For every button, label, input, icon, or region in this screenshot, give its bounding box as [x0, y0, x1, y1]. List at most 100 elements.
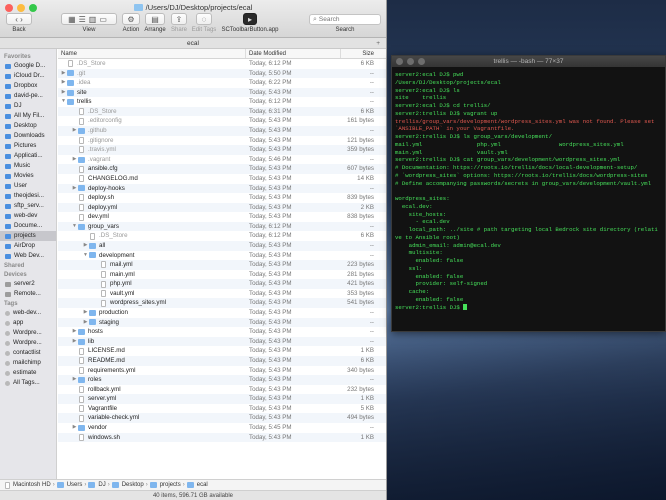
action-button[interactable]: ⚙	[122, 13, 140, 25]
column-name[interactable]: Name	[58, 49, 246, 58]
view-control[interactable]: ▦☰▥▭ View	[60, 13, 118, 33]
sidebar-item[interactable]: Downloads	[0, 131, 56, 141]
table-row[interactable]: README.md Today, 5:43 PM 6 KB	[58, 355, 386, 366]
table-row[interactable]: ▶ hosts Today, 5:43 PM --	[58, 327, 386, 337]
disclosure-closed-icon[interactable]: ▶	[60, 88, 67, 98]
disclosure-open-icon[interactable]: ▼	[82, 251, 89, 261]
table-row[interactable]: variable-check.yml Today, 5:43 PM 494 byte…	[58, 413, 386, 423]
sidebar-item[interactable]: Wordpre...	[0, 338, 56, 348]
table-row[interactable]: CHANGELOG.md Today, 5:43 PM 14 KB	[58, 174, 386, 184]
sidebar-item[interactable]: server2	[0, 279, 56, 289]
table-row[interactable]: main.yml Today, 5:43 PM 281 bytes	[58, 270, 386, 280]
sidebar-item[interactable]: Docume...	[0, 221, 56, 231]
sidebar-item[interactable]: projects	[0, 231, 56, 241]
table-row[interactable]: ▶ .git Today, 5:50 PM --	[58, 68, 386, 79]
sidebar-item[interactable]: Remote...	[0, 289, 56, 299]
terminal-minimize-button[interactable]	[407, 58, 414, 65]
sidebar-item[interactable]: mailchimp	[0, 358, 56, 368]
table-row[interactable]: ▶ .idea Today, 6:22 PM --	[58, 78, 386, 88]
sidebar-item[interactable]: Music	[0, 161, 56, 171]
table-row[interactable]: server.yml Today, 5:43 PM 1 KB	[58, 394, 386, 404]
sidebar-item[interactable]: Wordpre...	[0, 328, 56, 338]
search-box[interactable]: ⌕	[309, 14, 381, 25]
disclosure-closed-icon[interactable]: ▶	[71, 155, 78, 165]
tab-ecal[interactable]: ecal	[187, 40, 199, 47]
disclosure-closed-icon[interactable]: ▶	[71, 126, 78, 136]
terminal-zoom-button[interactable]	[418, 58, 425, 65]
path-segment[interactable]: ecal	[197, 482, 208, 488]
sidebar-item[interactable]: DJ	[0, 101, 56, 111]
sidebar-item[interactable]: estimate	[0, 368, 56, 378]
table-row[interactable]: mail.yml Today, 5:43 PM 223 bytes	[58, 260, 386, 270]
table-row[interactable]: .travis.yml Today, 5:43 PM 359 bytes	[58, 145, 386, 155]
table-row[interactable]: ▶ .vagrant Today, 5:46 PM --	[58, 155, 386, 165]
table-row[interactable]: ▶ all Today, 5:43 PM --	[58, 240, 386, 251]
column-date-modified[interactable]: Date Modified	[246, 49, 341, 58]
sctoolbar-app-control[interactable]: ▸ SCToolbarButton.app	[219, 13, 281, 33]
table-row[interactable]: ▼ development Today, 5:43 PM --	[58, 251, 386, 261]
sidebar-item[interactable]: theojdesi...	[0, 191, 56, 201]
sidebar-item[interactable]: contactlist	[0, 348, 56, 358]
table-row[interactable]: ▶ staging Today, 5:43 PM --	[58, 317, 386, 328]
table-row[interactable]: ▶ roles Today, 5:43 PM --	[58, 375, 386, 385]
table-row[interactable]: requirements.yml Today, 5:43 PM 340 bytes	[58, 366, 386, 376]
sidebar-item[interactable]: AirDrop	[0, 241, 56, 251]
table-row[interactable]: ansible.cfg Today, 5:43 PM 607 bytes	[58, 164, 386, 174]
table-row[interactable]: rollback.yml Today, 5:43 PM 232 bytes	[58, 385, 386, 395]
action-control[interactable]: ⚙ Action	[121, 13, 141, 33]
table-row[interactable]: php.yml Today, 5:43 PM 421 bytes	[58, 279, 386, 289]
table-row[interactable]: ▶ deploy-hooks Today, 5:43 PM --	[58, 183, 386, 194]
path-segment[interactable]: Desktop	[122, 482, 144, 488]
path-segment[interactable]: Macintosh HD	[13, 482, 51, 488]
disclosure-closed-icon[interactable]: ▶	[71, 423, 78, 433]
table-row[interactable]: .DS_Store Today, 6:31 PM 6 KB	[58, 106, 386, 117]
disclosure-closed-icon[interactable]: ▶	[71, 337, 78, 347]
path-segment[interactable]: DJ	[98, 482, 105, 488]
table-row[interactable]: deploy.sh Today, 5:43 PM 839 bytes	[58, 193, 386, 203]
table-row[interactable]: ▶ site Today, 5:43 PM --	[58, 87, 386, 98]
path-segment[interactable]: Users	[67, 482, 83, 488]
table-row[interactable]: deploy.yml Today, 5:43 PM 2 KB	[58, 202, 386, 213]
sidebar-item[interactable]: All My Fil...	[0, 111, 56, 121]
sidebar-item[interactable]: sftp_serv...	[0, 201, 56, 211]
arrange-control[interactable]: ▤ Arrange	[143, 13, 167, 33]
disclosure-closed-icon[interactable]: ▶	[71, 184, 78, 194]
table-row[interactable]: ▶ .github Today, 5:43 PM --	[58, 126, 386, 136]
table-row[interactable]: ▶ lib Today, 5:43 PM --	[58, 336, 386, 347]
column-size[interactable]: Size	[341, 49, 386, 58]
disclosure-closed-icon[interactable]: ▶	[71, 327, 78, 337]
sidebar-item[interactable]: Dropbox	[0, 81, 56, 91]
table-row[interactable]: LICENSE.md Today, 5:43 PM 1 KB	[58, 346, 386, 356]
new-tab-button[interactable]: +	[376, 38, 380, 49]
sidebar-item[interactable]: Desktop	[0, 121, 56, 131]
terminal-app-icon[interactable]: ▸	[243, 13, 257, 25]
table-row[interactable]: ▶ vendor Today, 5:45 PM --	[58, 423, 386, 433]
terminal-output[interactable]: server2:ecal DJ$ pwd/Users/DJ/Desktop/pr…	[392, 67, 665, 311]
arrange-button[interactable]: ▤	[145, 13, 165, 25]
back-button[interactable]: ‹ ›	[6, 13, 32, 25]
table-row[interactable]: ▶ production Today, 5:43 PM --	[58, 308, 386, 318]
sidebar-item[interactable]: web-dev	[0, 211, 56, 221]
disclosure-open-icon[interactable]: ▼	[60, 97, 67, 107]
sidebar-item[interactable]: Applicati...	[0, 151, 56, 161]
disclosure-closed-icon[interactable]: ▶	[82, 308, 89, 318]
sidebar-item[interactable]: All Tags...	[0, 378, 56, 388]
table-row[interactable]: .DS_Store Today, 6:12 PM 6 KB	[58, 231, 386, 241]
sidebar-item[interactable]: Pictures	[0, 141, 56, 151]
sidebar-item[interactable]: app	[0, 318, 56, 328]
sidebar-item[interactable]: iCloud Dr...	[0, 71, 56, 81]
disclosure-closed-icon[interactable]: ▶	[82, 241, 89, 251]
share-button[interactable]: ⇪	[171, 13, 187, 25]
table-row[interactable]: wordpress_sites.yml Today, 5:43 PM 541 byt…	[58, 298, 386, 309]
path-segment[interactable]: projects	[160, 482, 181, 488]
disclosure-closed-icon[interactable]: ▶	[60, 69, 67, 79]
search-input[interactable]	[318, 16, 377, 23]
table-row[interactable]: windows.sh Today, 5:43 PM 1 KB	[58, 432, 386, 443]
disclosure-closed-icon[interactable]: ▶	[71, 375, 78, 385]
share-control[interactable]: ⇪ Share	[169, 13, 189, 33]
table-row[interactable]: .editorconfig Today, 5:43 PM 161 bytes	[58, 116, 386, 126]
disclosure-closed-icon[interactable]: ▶	[82, 318, 89, 328]
table-row[interactable]: Vagrantfile Today, 5:43 PM 5 KB	[58, 404, 386, 414]
view-mode-buttons[interactable]: ▦☰▥▭	[61, 13, 117, 25]
table-row[interactable]: .DS_Store Today, 6:12 PM 6 KB	[58, 59, 386, 69]
